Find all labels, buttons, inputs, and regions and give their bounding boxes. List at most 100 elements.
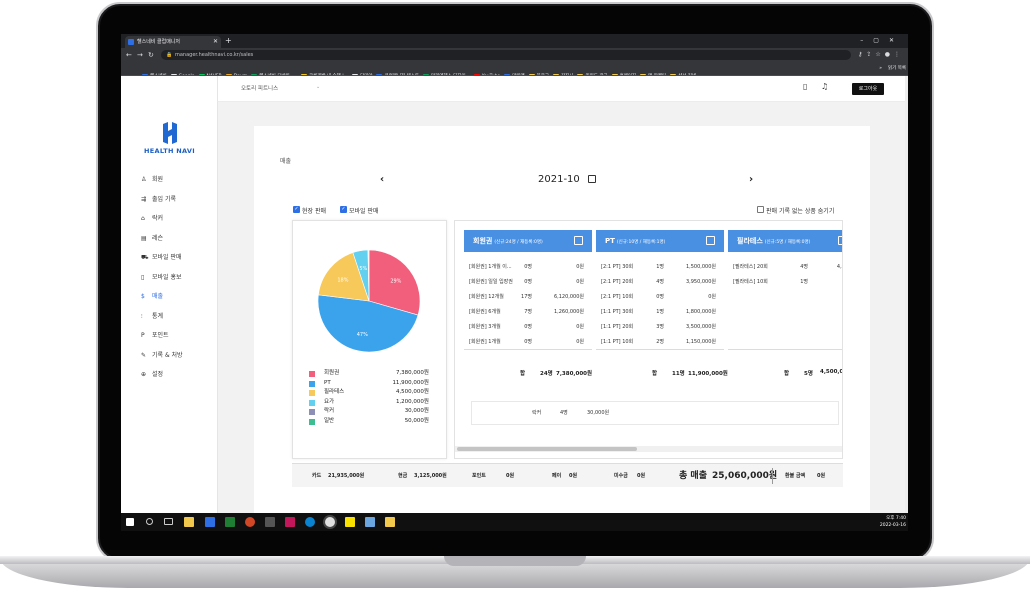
- reload-icon[interactable]: ↻: [148, 48, 154, 62]
- excel-icon[interactable]: [225, 517, 235, 527]
- product-count: 17명: [521, 294, 532, 300]
- legend-item: 요가 1,200,000원: [309, 398, 439, 408]
- onsite-checkbox[interactable]: ✓ 현장 판매: [293, 206, 326, 215]
- product-name: [회원권] 3개월: [469, 324, 501, 330]
- product-row: [1:1 PT] 30회 1명 1,800,000원: [596, 305, 724, 320]
- product-row: [필라테스] 10회 1명 500,0: [728, 275, 842, 290]
- scroll-thumb[interactable]: [457, 447, 637, 451]
- product-subtitle: (신규:10명 / 재등록:1명): [616, 240, 666, 245]
- app-icon[interactable]: [205, 517, 215, 527]
- product-subtitle: (신규:24명 / 재등록:0명): [494, 240, 543, 245]
- sidebar-item-point[interactable]: P 포인트: [141, 331, 183, 351]
- product-count: 4명: [800, 264, 808, 270]
- locker-label: 락커: [532, 410, 542, 416]
- legend-name: 요가: [324, 398, 335, 405]
- kakaotalk-icon[interactable]: [345, 517, 355, 527]
- product-amount: 0원: [576, 264, 584, 270]
- laptop-notch: [444, 556, 586, 566]
- sidebar-item-label: 레슨: [152, 234, 164, 242]
- sidebar-item-phone[interactable]: ▯ 모바일 홍보: [141, 273, 183, 293]
- sidebar-item-label: 모바일 홍보: [152, 273, 182, 281]
- center-select[interactable]: 오토리 피트니스 ⌄: [241, 84, 320, 92]
- task-view-icon[interactable]: [164, 518, 173, 525]
- close-tab-icon[interactable]: ✕: [213, 36, 218, 48]
- product-row: [회원권] 일일 입장권 0명 0원: [464, 275, 592, 290]
- product-column-header[interactable]: 회원권 (신규:24명 / 재등록:0명): [464, 230, 592, 252]
- bookmark-icon[interactable]: [706, 236, 715, 245]
- sidebar-item-locker[interactable]: ⌂ 락커: [141, 214, 183, 234]
- legend-value: 1,200,000원: [395, 398, 429, 405]
- chrome-icon[interactable]: [325, 517, 335, 527]
- window-controls[interactable]: –▢✕: [860, 34, 904, 48]
- back-icon[interactable]: ←: [126, 48, 132, 62]
- card-value: 21,935,000원: [328, 473, 365, 479]
- sidebar-item-label: 회원: [152, 176, 164, 183]
- bookmarks-overflow[interactable]: » 읽기 목록: [875, 62, 906, 75]
- url-field[interactable]: 🔒 manager.healthnavi.co.kr/sales: [161, 50, 851, 60]
- product-row: [회원권] 12개월 17명 6,120,000원: [464, 290, 592, 305]
- product-column-header[interactable]: PT (신규:10명 / 재등록:1명): [596, 230, 724, 252]
- sidebar-item-stats[interactable]: ⫶ 통계: [141, 312, 183, 332]
- hide-empty-checkbox[interactable]: 판매 기록 없는 상품 숨기기: [757, 206, 834, 215]
- extension-icons[interactable]: ⚷⇪☆●⋮: [858, 48, 904, 62]
- powerpoint-icon[interactable]: [245, 517, 255, 527]
- horizontal-scrollbar[interactable]: [455, 446, 842, 452]
- product-name: [필라테스] 20회: [733, 264, 768, 270]
- refund-value: 0원: [817, 473, 826, 479]
- logo[interactable]: HEALTH NAVI: [121, 122, 218, 155]
- product-row: [필라테스] 20회 4명 4,000,0: [728, 260, 842, 275]
- legend-swatch: [309, 390, 315, 396]
- legend-swatch: [309, 380, 315, 387]
- sidebar-item-record[interactable]: ✎ 기록 & 처방: [141, 351, 183, 371]
- edge-icon[interactable]: [305, 517, 315, 527]
- app-icon[interactable]: [265, 517, 275, 527]
- product-column-header[interactable]: 필라테스 (신규:5명 / 재등록:0명): [728, 230, 842, 252]
- calendar-icon: ▤: [141, 234, 147, 242]
- browser-tab[interactable]: 헬스네비 클럽매니저 ✕: [125, 36, 221, 48]
- new-tab-icon[interactable]: +: [225, 34, 232, 48]
- cart-icon: ⛟: [141, 254, 149, 261]
- sidebar-item-calendar[interactable]: ▤ 레슨: [141, 234, 183, 254]
- app-icon[interactable]: [365, 517, 375, 527]
- mobile-icon[interactable]: ▯: [803, 82, 807, 91]
- legend-swatch: [309, 399, 315, 406]
- sum-label: 합: [784, 371, 790, 377]
- bell-icon[interactable]: ♫: [821, 82, 828, 91]
- taskbar-clock[interactable]: 오후 7:40 2022-03-16: [880, 515, 906, 529]
- pie-percent-label: 18%: [337, 278, 348, 284]
- logout-button[interactable]: 로그아웃: [852, 83, 884, 95]
- sidebar-item-dollar[interactable]: $ 매출: [141, 292, 183, 312]
- notes-icon[interactable]: [385, 517, 395, 527]
- onsite-label: 현장 판매: [302, 208, 326, 215]
- next-month-button[interactable]: ›: [749, 174, 753, 185]
- sidebar-item-settings[interactable]: ⊕ 설정: [141, 370, 183, 390]
- bookmark-icon[interactable]: [574, 236, 583, 245]
- legend-swatch: [309, 418, 315, 425]
- forward-icon[interactable]: →: [137, 48, 143, 62]
- app-icon[interactable]: [285, 517, 295, 527]
- vertical-scrollbar[interactable]: [905, 76, 908, 513]
- phone-icon: ▯: [141, 273, 145, 281]
- product-amount: 1,260,000원: [553, 309, 584, 315]
- sidebar-item-entry[interactable]: ⇶ 출입 기록: [141, 195, 183, 215]
- sidebar-item-cart[interactable]: ⛟ 모바일 판매: [141, 253, 183, 273]
- prev-month-button[interactable]: ‹: [380, 174, 384, 185]
- sidebar-item-person[interactable]: ♙ 회원: [141, 175, 183, 195]
- file-explorer-icon[interactable]: [184, 517, 194, 527]
- calendar-icon[interactable]: [588, 175, 596, 183]
- sum-value: 11,900,000원: [688, 371, 728, 377]
- product-title: 필라테스: [737, 237, 763, 245]
- bookmarks-more-icon[interactable]: »: [879, 66, 882, 71]
- bookmark-icon[interactable]: [838, 236, 842, 245]
- windows-start-icon[interactable]: [126, 518, 134, 526]
- totals-divider: [772, 468, 773, 484]
- legend-swatch: [309, 409, 315, 415]
- mobile-label: 모바일 판매: [349, 208, 379, 215]
- sales-card: 매출 ‹ 2021-10 › ✓ 현장 판매 ✓ 모바일 판매 판매 기록 없는…: [254, 126, 870, 513]
- lock-icon: 🔒: [166, 52, 173, 58]
- product-count: 0명: [524, 279, 532, 285]
- product-count: 0명: [524, 264, 532, 270]
- search-icon[interactable]: [146, 518, 153, 525]
- mobile-checkbox[interactable]: ✓ 모바일 판매: [340, 206, 379, 215]
- reading-list-label[interactable]: 읽기 목록: [888, 66, 906, 71]
